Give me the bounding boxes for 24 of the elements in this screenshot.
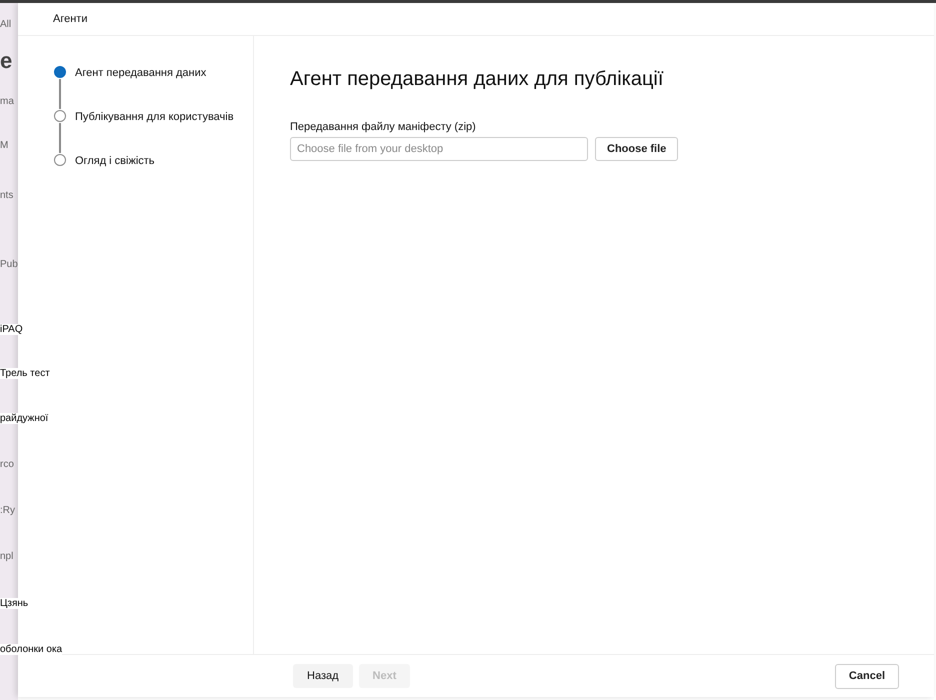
background-text: Цзянь <box>0 598 28 608</box>
file-input-field[interactable]: Choose file from your desktop <box>290 137 588 161</box>
background-text: Трель тест <box>0 368 50 378</box>
background-text: rco <box>0 458 14 470</box>
background-text: iPAQ <box>0 324 23 334</box>
background-text: райдужної <box>0 412 48 424</box>
back-button[interactable]: Назад <box>293 664 353 688</box>
panel-title: Агенти <box>53 13 88 25</box>
background-text: оболонки ока <box>0 644 62 654</box>
background-text: nts <box>0 190 14 200</box>
background-text: All <box>0 18 12 30</box>
background-text: e <box>0 48 12 74</box>
choose-file-button[interactable]: Choose file <box>595 137 678 161</box>
step-label[interactable]: Публікування для користувачів <box>75 110 234 124</box>
background-text: ma <box>0 96 14 106</box>
background-text: Pub <box>0 258 18 270</box>
background-text: M <box>0 140 8 150</box>
step-label[interactable]: Агент передавання даних <box>75 66 206 80</box>
cancel-button[interactable]: Cancel <box>834 664 899 688</box>
background-text: npl <box>0 550 14 562</box>
field-label: Передавання файлу маніфесту (zip) <box>290 121 477 133</box>
page-heading: Агент передавання даних для публікації <box>290 68 664 91</box>
background-text: :Ry <box>0 504 15 516</box>
step-label[interactable]: Огляд і свіжість <box>75 154 155 168</box>
